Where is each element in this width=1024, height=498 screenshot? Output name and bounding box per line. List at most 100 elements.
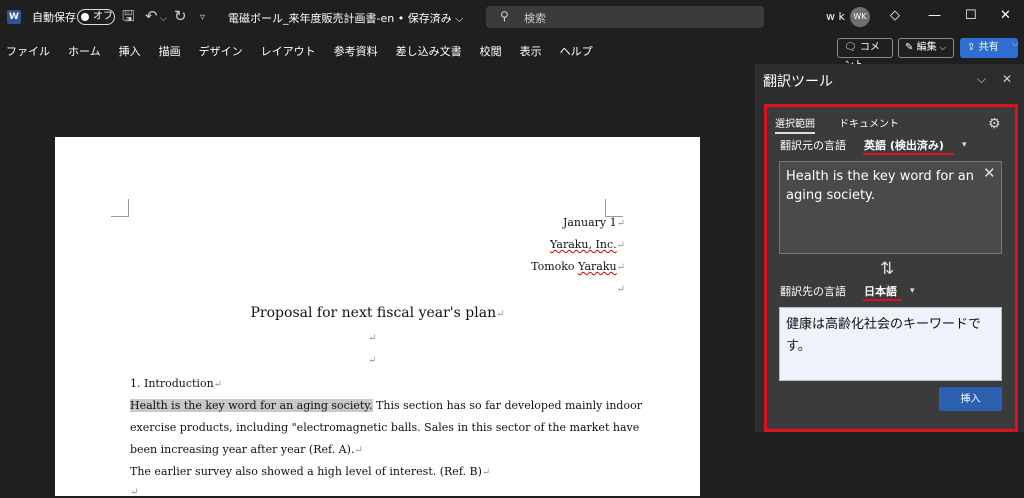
- date-line[interactable]: January 1↵: [563, 216, 625, 229]
- search-placeholder: 検索: [524, 12, 546, 25]
- paragraph-mark: ↵: [616, 262, 625, 273]
- target-language-label: 翻訳先の言語: [780, 285, 846, 298]
- pencil-icon: ✎: [905, 42, 914, 53]
- document-page[interactable]: January 1↵ Yaraku, Inc.↵ Tomoko Yaraku↵ …: [55, 137, 700, 498]
- chevron-down-icon[interactable]: ▾: [962, 140, 967, 150]
- tab-document[interactable]: ドキュメント: [839, 115, 899, 130]
- document-title[interactable]: 電磁ボール_来年度販売計画書-en • 保存済み ⌵: [228, 10, 464, 26]
- body-text: This section has so far developed mainly…: [372, 399, 642, 412]
- body-text: exercise products, including "electromag…: [130, 421, 640, 434]
- close-panel-icon[interactable]: ✕: [1002, 72, 1012, 86]
- date-text: January 1: [562, 216, 617, 229]
- empty-paragraph[interactable]: ↵: [617, 282, 625, 295]
- company-text: Yaraku, Inc.: [549, 238, 617, 251]
- author-last-name: Yaraku: [578, 260, 617, 273]
- proposal-title: Proposal for next fiscal year's plan: [250, 305, 497, 321]
- save-icon[interactable]: 🖫: [122, 6, 135, 26]
- clear-text-icon[interactable]: ✕: [983, 164, 996, 182]
- comment-button[interactable]: 🗨 コメント: [837, 38, 893, 71]
- tab-mailings[interactable]: 差し込み文書: [396, 43, 462, 59]
- document-canvas[interactable]: January 1↵ Yaraku, Inc.↵ Tomoko Yaraku↵ …: [0, 64, 755, 498]
- paragraph-mark: ↵: [616, 240, 625, 251]
- paragraph-mark: ↵: [481, 467, 491, 478]
- margin-mark-right: [605, 199, 623, 217]
- target-language-underline: [863, 299, 902, 301]
- maximize-icon[interactable]: ☐: [965, 8, 977, 24]
- comment-icon: 🗨: [844, 42, 857, 53]
- panel-title: 翻訳ツール: [763, 74, 833, 90]
- autosave-state: オフ: [93, 11, 113, 22]
- heading-text: 1. Introduction: [130, 377, 214, 390]
- autosave-toggle[interactable]: オフ: [77, 9, 115, 25]
- paragraph-mark[interactable]: ↵: [368, 333, 376, 344]
- toggle-knob: [81, 13, 89, 21]
- body-line-4[interactable]: The earlier survey also showed a high le…: [130, 465, 490, 478]
- chevron-down-icon[interactable]: ▾: [910, 286, 915, 296]
- ribbon-options-icon[interactable]: ⌵: [1012, 39, 1019, 49]
- tab-selection[interactable]: 選択範囲: [775, 115, 815, 134]
- translation-result-box[interactable]: 健康は高齢化社会のキーワードです。: [779, 307, 1002, 381]
- chevron-down-icon[interactable]: ⌵: [977, 72, 986, 87]
- chevron-down-icon: ⌵: [939, 43, 946, 52]
- customize-toolbar-icon[interactable]: ▿: [200, 8, 205, 28]
- minimize-icon[interactable]: —: [928, 8, 941, 24]
- share-button-label: 共有: [978, 42, 999, 53]
- author-line[interactable]: Tomoko Yaraku↵: [531, 260, 625, 273]
- tab-layout[interactable]: レイアウト: [261, 43, 316, 59]
- body-line-2[interactable]: exercise products, including "electromag…: [130, 421, 639, 434]
- source-text-box[interactable]: Health is the key word for an aging soci…: [779, 161, 1002, 254]
- tab-help[interactable]: ヘルプ: [560, 43, 593, 59]
- paragraph-mark: ↵: [354, 445, 363, 456]
- diamond-icon[interactable]: ◇: [890, 8, 900, 24]
- tab-review[interactable]: 校閲: [480, 43, 502, 59]
- share-button[interactable]: ⇪ 共有: [960, 38, 1018, 58]
- source-language-label: 翻訳元の言語: [780, 139, 846, 152]
- source-text[interactable]: Health is the key word for an aging soci…: [786, 167, 976, 205]
- paragraph-mark: ↵: [496, 309, 505, 320]
- source-language-select[interactable]: 英語 (検出済み): [864, 137, 944, 153]
- tab-home[interactable]: ホーム: [68, 43, 101, 59]
- company-line[interactable]: Yaraku, Inc.↵: [550, 238, 625, 251]
- tab-insert[interactable]: 挿入: [119, 43, 141, 59]
- swap-languages-icon[interactable]: ⇅: [880, 259, 894, 279]
- search-icon: ⚲: [500, 9, 509, 23]
- tab-draw[interactable]: 描画: [159, 43, 181, 59]
- share-icon: ⇪: [967, 42, 976, 53]
- close-window-icon[interactable]: ✕: [1000, 8, 1011, 24]
- redo-icon[interactable]: ↻: [174, 6, 187, 26]
- undo-icon[interactable]: ↶: [145, 6, 158, 26]
- paragraph-mark: ↵: [213, 379, 223, 390]
- tab-design[interactable]: デザイン: [199, 43, 243, 59]
- tab-references[interactable]: 参考資料: [334, 43, 378, 59]
- ribbon-tabs: ファイル ホーム 挿入 描画 デザイン レイアウト 参考資料 差し込み文書 校閲…: [6, 43, 593, 59]
- word-app-icon: W: [7, 10, 21, 24]
- tab-view[interactable]: 表示: [520, 43, 542, 59]
- edit-button-label: 編集: [916, 42, 937, 53]
- margin-mark-left: [111, 199, 129, 217]
- author-first-name: Tomoko: [531, 260, 579, 273]
- paragraph-mark[interactable]: ↵: [368, 355, 376, 366]
- body-line-3[interactable]: been increasing year after year (Ref. A)…: [130, 443, 363, 456]
- document-title-heading[interactable]: Proposal for next fiscal year's plan↵: [55, 305, 700, 321]
- gear-icon[interactable]: ⚙: [988, 116, 1001, 132]
- section-heading[interactable]: 1. Introduction↵: [130, 377, 222, 390]
- undo-dropdown-icon[interactable]: ⌵: [160, 9, 167, 29]
- source-language-underline: [863, 153, 954, 155]
- paragraph-mark[interactable]: ↵: [130, 487, 138, 498]
- paragraph-mark: ↵: [616, 218, 625, 229]
- translator-panel: 翻訳ツール ⌵ ✕ 選択範囲 ドキュメント ⚙ 翻訳元の言語 英語 (検出済み)…: [755, 64, 1024, 432]
- target-language-select[interactable]: 日本語: [864, 283, 897, 299]
- title-bar: W 自動保存 オフ 🖫 ↶ ⌵ ↻ ▿ 電磁ボール_来年度販売計画書-en • …: [0, 0, 1024, 34]
- body-line-1[interactable]: Health is the key word for an aging soci…: [130, 399, 642, 412]
- tab-file[interactable]: ファイル: [6, 43, 50, 59]
- user-name[interactable]: w k: [826, 10, 845, 23]
- translated-text[interactable]: 健康は高齢化社会のキーワードです。: [786, 314, 991, 358]
- insert-button[interactable]: 挿入: [939, 387, 1002, 411]
- selected-text[interactable]: Health is the key word for an aging soci…: [130, 399, 373, 412]
- search-box[interactable]: ⚲ 検索: [486, 6, 764, 28]
- translation-frame: 選択範囲 ドキュメント ⚙ 翻訳元の言語 英語 (検出済み) ▾ Health …: [764, 104, 1018, 432]
- avatar[interactable]: WK: [850, 7, 870, 27]
- edit-button[interactable]: ✎ 編集 ⌵: [898, 38, 954, 58]
- paragraph-mark: ↵: [616, 284, 625, 295]
- autosave-label: 自動保存: [32, 11, 76, 24]
